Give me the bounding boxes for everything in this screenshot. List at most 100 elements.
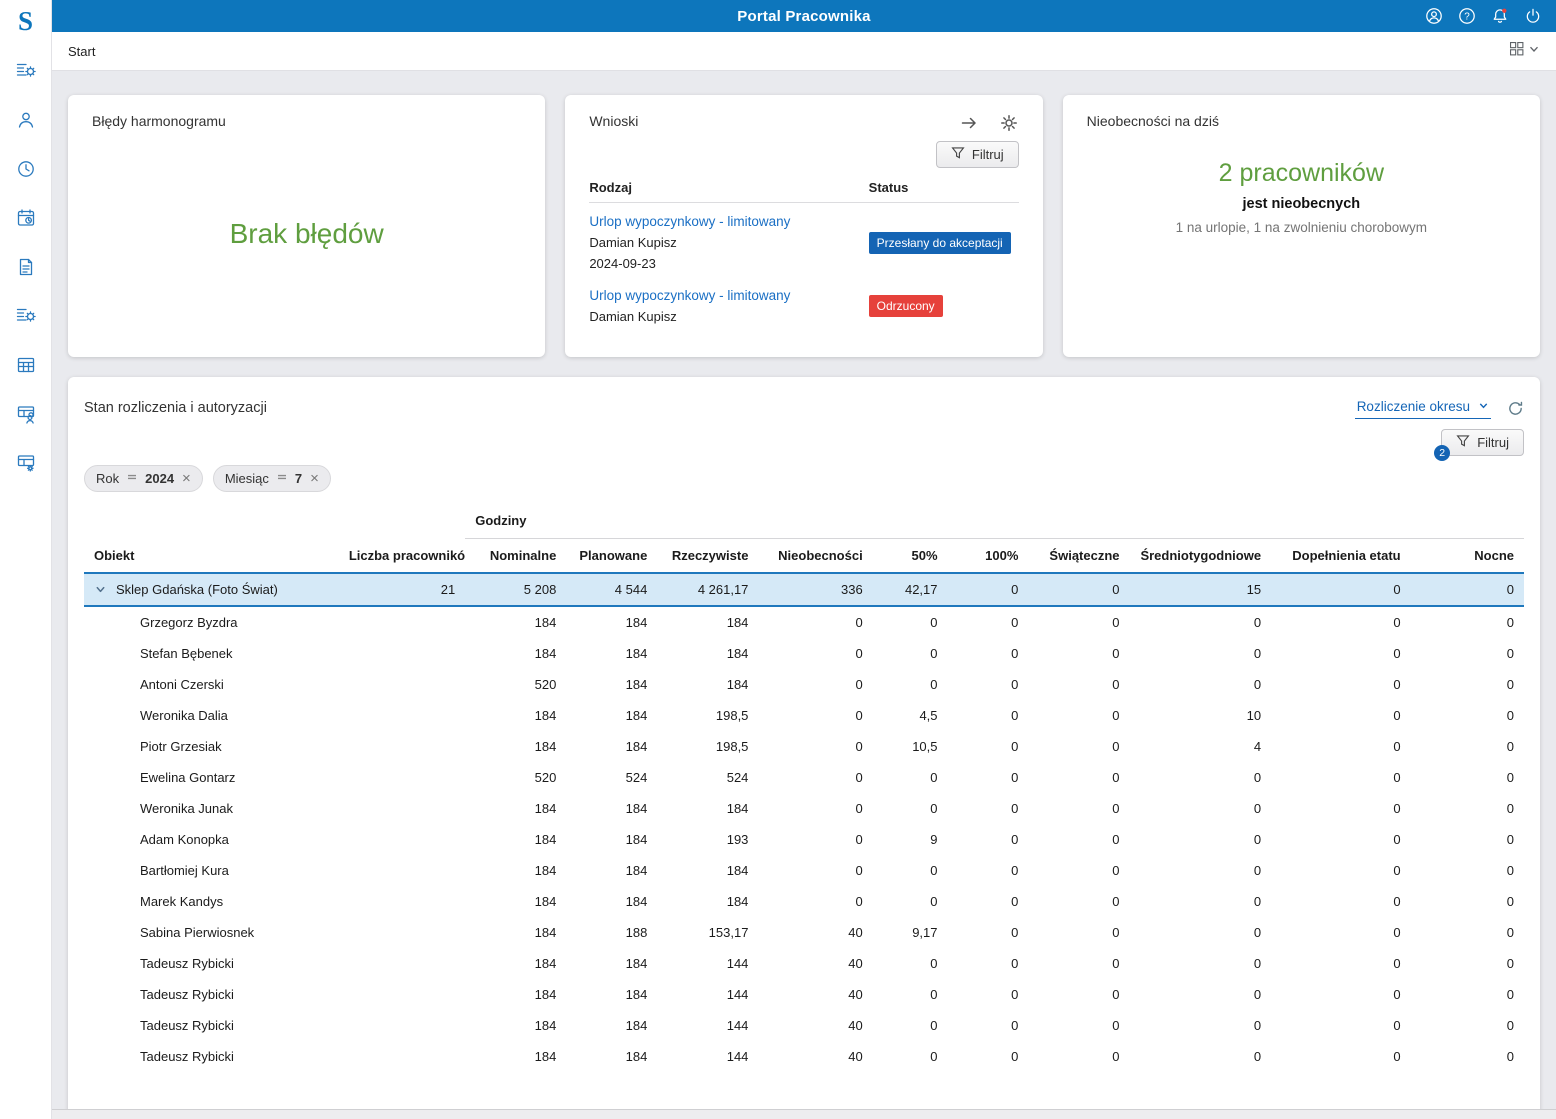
table-row[interactable]: Tadeusz Rybicki18418414440000000 — [84, 1041, 1524, 1072]
filter-chip-year[interactable]: Rok 2024 × — [84, 465, 203, 492]
filter-chip-month[interactable]: Miesiąc 7 × — [213, 465, 331, 492]
column-header[interactable]: Nieobecności — [758, 539, 872, 574]
cell-value: 0 — [1411, 669, 1524, 700]
cell-value: 0 — [1028, 917, 1129, 948]
logout-button[interactable] — [1524, 7, 1542, 25]
table-row[interactable]: Marek Kandys1841841840000000 — [84, 886, 1524, 917]
cell-value: 0 — [948, 731, 1029, 762]
cell-value: 0 — [1411, 917, 1524, 948]
chip-remove-icon[interactable]: × — [182, 471, 191, 486]
cell-value: 0 — [1130, 948, 1272, 979]
dashboard-layout-button[interactable] — [1508, 40, 1540, 62]
sidebar-item-documents[interactable] — [14, 258, 38, 280]
column-header[interactable]: Średniotygodniowe — [1130, 539, 1272, 574]
sidebar-item-reports[interactable] — [14, 405, 38, 427]
column-header[interactable]: Rzeczywiste — [657, 539, 758, 574]
employee-name: Stefan Bębenek — [140, 646, 233, 661]
account-button[interactable] — [1425, 7, 1443, 25]
cell-value — [339, 979, 465, 1010]
cell-value: 184 — [465, 1041, 566, 1072]
breadcrumb[interactable]: Start — [68, 44, 95, 59]
cell-value: 0 — [873, 1010, 948, 1041]
request-item[interactable]: Urlop wypoczynkowy - limitowany Damian K… — [589, 203, 1018, 277]
table-row[interactable]: Weronika Dalia184184198,504,5001000 — [84, 700, 1524, 731]
table-row[interactable]: Antoni Czerski5201841840000000 — [84, 669, 1524, 700]
column-header[interactable]: 50% — [873, 539, 948, 574]
cell-value: 193 — [657, 824, 758, 855]
table-row[interactable]: Tadeusz Rybicki18418414440000000 — [84, 979, 1524, 1010]
cell-value: 0 — [1271, 793, 1411, 824]
cell-value: 184 — [566, 793, 657, 824]
cell-value: 184 — [566, 824, 657, 855]
open-requests-button[interactable] — [959, 113, 979, 133]
sidebar-item-schedule-overview[interactable] — [14, 307, 38, 329]
column-header[interactable]: Planowane — [566, 539, 657, 574]
sidebar-item-employees[interactable] — [14, 111, 38, 133]
column-header[interactable]: Nominalne — [465, 539, 566, 574]
cell-value — [339, 1041, 465, 1072]
table-row[interactable]: Sabina Pierwiosnek184188153,17409,170000… — [84, 917, 1524, 948]
table-row[interactable]: Bartłomiej Kura1841841840000000 — [84, 855, 1524, 886]
schedule-sun-icon — [15, 61, 37, 86]
table-row[interactable]: Tadeusz Rybicki18418414440000000 — [84, 1010, 1524, 1041]
cell-value: 524 — [657, 762, 758, 793]
table-gear-icon — [16, 453, 36, 478]
collapse-chevron-icon[interactable] — [94, 583, 107, 596]
notifications-button[interactable] — [1491, 7, 1509, 25]
cell-value — [339, 669, 465, 700]
column-header[interactable]: Dopełnienia etatu — [1271, 539, 1411, 574]
table-row[interactable]: Ewelina Gontarz5205245240000000 — [84, 762, 1524, 793]
cell-value: 144 — [657, 948, 758, 979]
column-header[interactable]: Świąteczne — [1028, 539, 1129, 574]
cell-value — [339, 948, 465, 979]
table-row[interactable]: Grzegorz Byzdra1841841840000000 — [84, 606, 1524, 638]
cell-value: 0 — [1130, 979, 1272, 1010]
request-type-link[interactable]: Urlop wypoczynkowy - limitowany — [589, 288, 868, 303]
request-type-link[interactable]: Urlop wypoczynkowy - limitowany — [589, 214, 868, 229]
breadcrumb-bar: Start — [52, 32, 1556, 71]
cell-value: 0 — [873, 793, 948, 824]
table-person-icon — [16, 404, 36, 429]
period-select[interactable]: Rozliczenie okresu — [1355, 397, 1491, 419]
sidebar-item-schedule-planning[interactable] — [14, 62, 38, 84]
table-row[interactable]: Adam Konopka1841841930900000 — [84, 824, 1524, 855]
cell-value: 10 — [1130, 700, 1272, 731]
settlement-filter-button[interactable]: 2 Filtruj — [1441, 429, 1524, 456]
help-button[interactable]: ? — [1458, 7, 1476, 25]
request-item[interactable]: Urlop wypoczynkowy - limitowany Damian K… — [589, 277, 1018, 330]
document-icon — [16, 257, 36, 282]
horizontal-scrollbar[interactable] — [52, 1109, 1556, 1119]
column-header[interactable]: Obiekt — [84, 539, 339, 574]
sidebar-item-timesheet-grid[interactable] — [14, 356, 38, 378]
cell-value: 0 — [1028, 855, 1129, 886]
sidebar-item-table-settings[interactable] — [14, 454, 38, 476]
app-title: Portal Pracownika — [52, 8, 1556, 25]
requests-filter-button[interactable]: Filtruj — [936, 141, 1019, 168]
person-icon — [16, 110, 36, 135]
cell-value: 184 — [657, 886, 758, 917]
cell-value: 0 — [1130, 886, 1272, 917]
table-row[interactable]: Weronika Junak1841841840000000 — [84, 793, 1524, 824]
table-row[interactable]: Piotr Grzesiak184184198,5010,500400 — [84, 731, 1524, 762]
sidebar-item-worktime[interactable] — [14, 160, 38, 182]
cell-value — [339, 793, 465, 824]
top-bar: Portal Pracownika ? — [52, 0, 1556, 32]
sidebar-item-calendar[interactable] — [14, 209, 38, 231]
cell-value: 0 — [948, 1010, 1029, 1041]
cell-value: 0 — [948, 1041, 1029, 1072]
requests-settings-button[interactable] — [999, 113, 1019, 133]
column-header[interactable]: 100% — [948, 539, 1029, 574]
cell-value: 0 — [873, 979, 948, 1010]
table-row[interactable]: Tadeusz Rybicki18418414440000000 — [84, 948, 1524, 979]
refresh-button[interactable] — [1507, 400, 1524, 417]
cell-value: 0 — [1411, 573, 1524, 606]
table-row[interactable]: Stefan Bębenek1841841840000000 — [84, 638, 1524, 669]
app-logo[interactable]: S — [18, 4, 33, 38]
column-header[interactable]: Nocne — [1411, 539, 1524, 574]
cell-value: 0 — [948, 917, 1029, 948]
schedule-sun-icon — [15, 306, 37, 331]
period-select-value: Rozliczenie okresu — [1357, 399, 1470, 414]
column-header[interactable]: Liczba pracowników — [339, 539, 465, 574]
summary-row[interactable]: Sklep Gdańska (Foto Świat)215 2084 5444 … — [84, 573, 1524, 606]
chip-remove-icon[interactable]: × — [310, 471, 319, 486]
